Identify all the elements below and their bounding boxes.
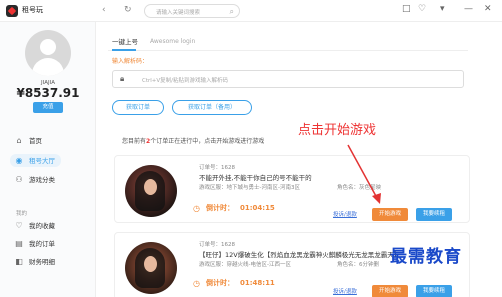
back-icon[interactable]: ‹: [102, 5, 106, 15]
order-card: 订单号：1628 不能开外挂,不能干你自己的号不能干的 游戏区服：地下城与勇士-…: [114, 155, 470, 223]
user-balance: ¥8537.91: [16, 86, 80, 100]
renew-button[interactable]: 我要续租: [416, 285, 452, 297]
gamepad-icon: ⚇: [15, 175, 23, 184]
search-input[interactable]: 请输入关键词搜索 ⌕: [144, 4, 240, 18]
sidebar-item-label: 我的收藏: [29, 222, 55, 230]
notice-suffix: 个订单正在进行中，点击开始游戏进行游戏: [150, 138, 265, 145]
sidebar-item-label: 财务明细: [29, 258, 55, 266]
app-window: 租号玩 ‹ ↻ 请输入关键词搜索 ⌕ □ ♡ ▾ — ✕ JIAJIA ¥853…: [0, 0, 502, 297]
order-timer: ◷ 倒计时： 01:48:11: [193, 278, 275, 288]
hall-icon: ◉: [15, 155, 23, 165]
favorite-icon[interactable]: ♡: [418, 4, 426, 14]
clock-icon: ◷: [193, 278, 200, 288]
tutorial-annotation: 点击开始游戏: [298, 123, 377, 138]
watermark-text: 最需教育: [390, 247, 462, 267]
thumb-face: [144, 179, 157, 195]
tab-active-indicator: [112, 49, 136, 51]
order-id: 订单号：1628: [199, 165, 235, 171]
code-input[interactable]: 🔒︎ Ctrl+V复制/粘贴到游戏输入解析码: [112, 70, 464, 88]
get-order-button[interactable]: 获取订单: [112, 100, 164, 115]
timer-label: 倒计时：: [205, 279, 234, 287]
order-server: 游戏区服：穿越火线-电信区-江西一区: [199, 262, 291, 268]
app-logo-icon: [6, 5, 18, 17]
avatar-head: [40, 39, 56, 55]
start-game-button[interactable]: 开始游戏: [372, 285, 408, 297]
app-title: 租号玩: [22, 6, 43, 14]
order-title: 不能开外挂,不能干你自己的号不能干的: [199, 174, 312, 182]
order-server: 游戏区服：地下城与勇士-河南区-河南3区: [199, 185, 300, 191]
heart-icon: ♡: [15, 221, 23, 230]
avatar[interactable]: [25, 30, 71, 76]
sidebar-item-home[interactable]: ⌂ 首页: [14, 135, 42, 147]
order-id: 订单号：1628: [199, 242, 235, 248]
order-role: 角色名：灰色星映: [337, 185, 382, 191]
search-icon[interactable]: ⌕: [230, 7, 234, 17]
timer-label: 倒计时：: [205, 204, 234, 212]
home-icon: ⌂: [16, 136, 22, 145]
tab-one-click-login[interactable]: 一键上号: [112, 36, 138, 46]
finance-icon: ◧: [15, 257, 23, 266]
timer-value: 01:04:15: [239, 204, 275, 212]
start-game-button[interactable]: 开始游戏: [372, 208, 408, 221]
minimize-icon[interactable]: —: [464, 4, 473, 14]
sidebar-section-mine: 我的: [16, 211, 28, 217]
close-icon[interactable]: ✕: [484, 4, 492, 14]
refresh-icon[interactable]: ↻: [124, 5, 132, 15]
tab-divider: [108, 50, 468, 51]
thumb-face: [144, 256, 157, 272]
sidebar: JIAJIA ¥8537.91 充值 ⌂ 首页 ◉ 租号大厅 ⚇ 游戏分类 我的…: [0, 22, 96, 297]
get-order-backup-button[interactable]: 获取订单（备用）: [172, 100, 252, 115]
complaint-link[interactable]: 投诉/退款: [333, 287, 357, 295]
game-thumbnail: [125, 165, 177, 217]
sidebar-item-favorites[interactable]: ♡ 我的收藏: [14, 220, 55, 232]
sidebar-item-label: 游戏分类: [29, 176, 55, 184]
sidebar-item-rental-hall[interactable]: ◉ 租号大厅: [10, 154, 61, 167]
sidebar-item-label: 我的订单: [29, 240, 55, 248]
dropdown-icon[interactable]: ▾: [440, 4, 445, 14]
sidebar-item-game-category[interactable]: ⚇ 游戏分类: [14, 174, 55, 186]
notice-prefix: 您目前有: [122, 138, 147, 145]
renew-button[interactable]: 我要续租: [416, 208, 452, 221]
order-icon: ▤: [15, 239, 23, 248]
lock-icon: 🔒︎: [120, 74, 125, 83]
sidebar-item-my-orders[interactable]: ▤ 我的订单: [14, 238, 55, 250]
complaint-link[interactable]: 投诉/退款: [333, 210, 357, 218]
avatar-body: [32, 58, 64, 76]
window-icon[interactable]: □: [402, 4, 411, 14]
order-role: 角色名：6分钟删: [337, 262, 379, 268]
search-placeholder: 请输入关键词搜索: [156, 10, 201, 16]
code-input-placeholder: Ctrl+V复制/粘贴到游戏输入解析码: [142, 78, 229, 84]
sidebar-item-label: 租号大厅: [29, 156, 55, 165]
sidebar-item-finance[interactable]: ◧ 财务明细: [14, 256, 55, 268]
recharge-button[interactable]: 充值: [33, 102, 63, 113]
tab-awesome-login[interactable]: Awesome login: [150, 38, 195, 45]
code-input-label: 输入解析码：: [112, 58, 149, 65]
clock-icon: ◷: [193, 203, 200, 213]
active-orders-notice: 您目前有2个订单正在进行中，点击开始游戏进行游戏: [122, 136, 264, 145]
order-title: 【旺仔】12V爆破生化【烈焰血龙黑龙霸神火麒麟极光无龙黑龙霸天】: [199, 251, 401, 259]
order-timer: ◷ 倒计时： 01:04:15: [193, 203, 275, 213]
sidebar-item-label: 首页: [29, 137, 42, 145]
timer-value: 01:48:11: [239, 279, 275, 287]
title-bar: 租号玩 ‹ ↻ 请输入关键词搜索 ⌕ □ ♡ ▾ — ✕: [0, 0, 502, 22]
login-tabs: 一键上号 Awesome login: [112, 34, 195, 48]
game-thumbnail: [125, 242, 177, 294]
